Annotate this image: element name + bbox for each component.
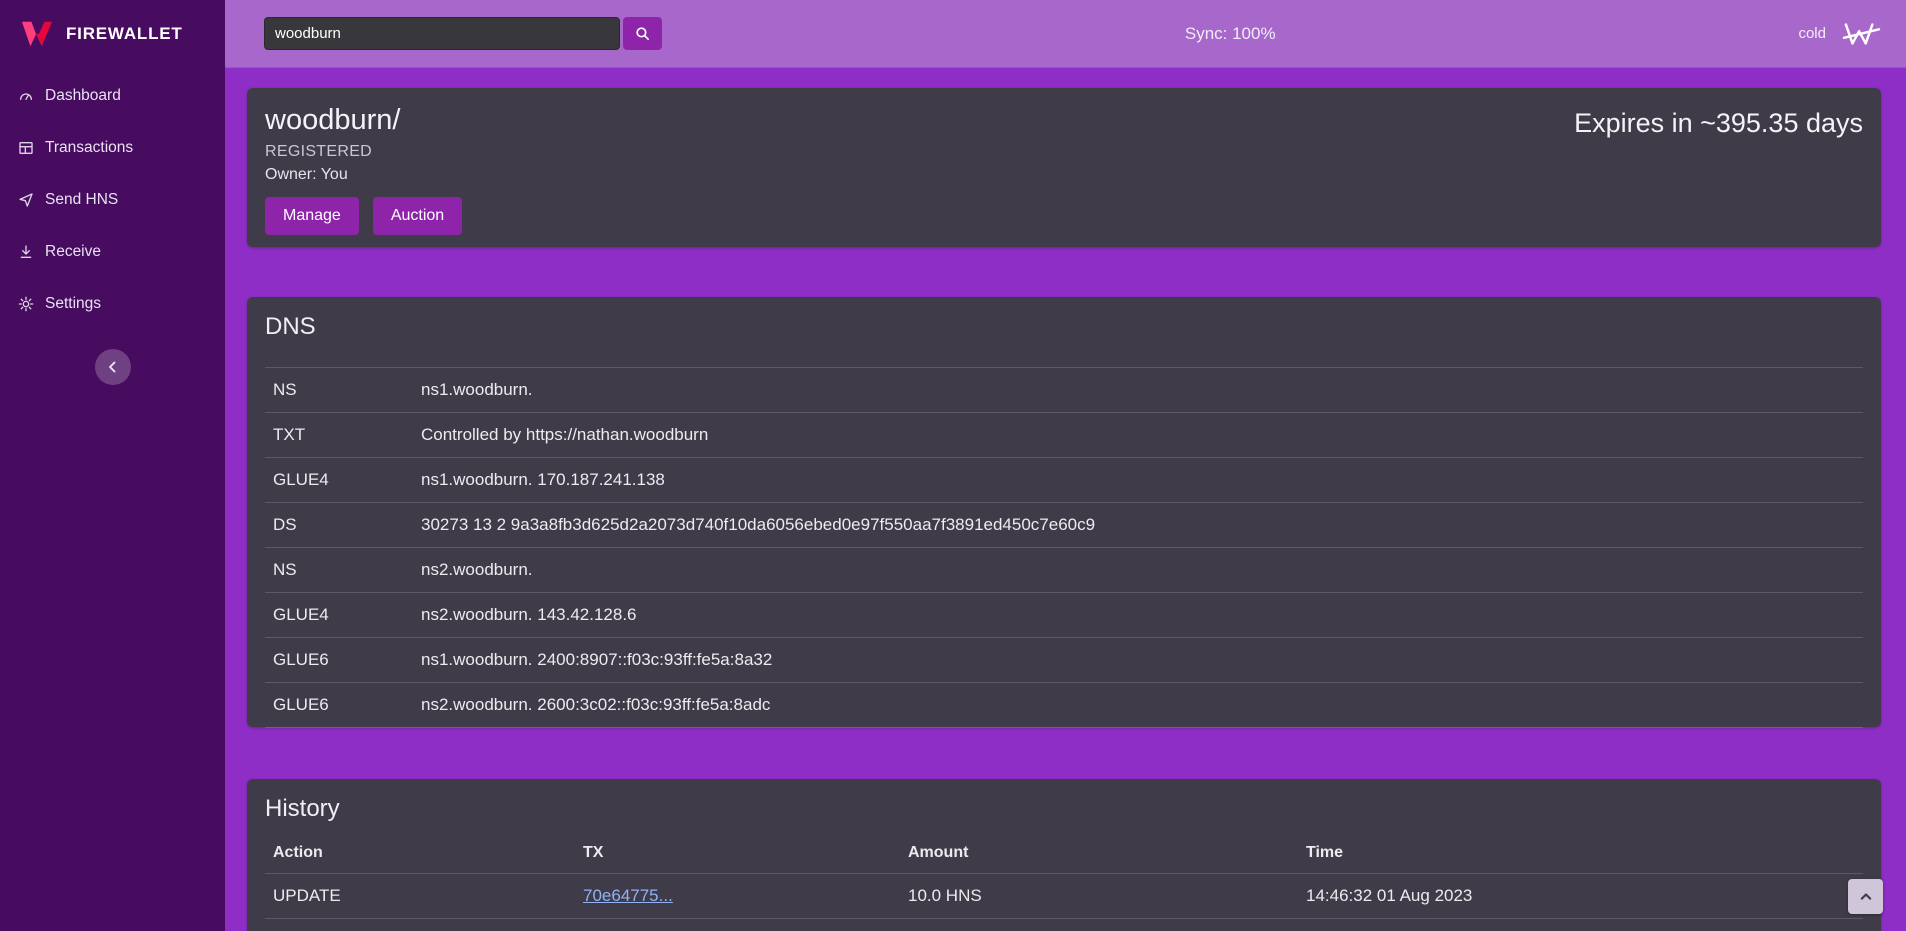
sidebar-item-transactions[interactable]: Transactions xyxy=(0,122,225,174)
history-header-action: Action xyxy=(265,833,575,873)
dns-record-value: ns2.woodburn. 143.42.128.6 xyxy=(413,593,1863,637)
sidebar-collapse-button[interactable] xyxy=(95,349,131,385)
domain-expiry: Expires in ~395.35 days xyxy=(1574,108,1863,139)
history-header-amount: Amount xyxy=(900,833,1298,873)
dns-card: DNS NS ns1.woodburn. TXT Controlled by h… xyxy=(247,297,1881,727)
dns-record-value: ns2.woodburn. xyxy=(413,548,1863,592)
dns-record-row: NS ns2.woodburn. xyxy=(265,547,1863,592)
dns-record-type: DS xyxy=(265,503,413,547)
auction-button[interactable]: Auction xyxy=(373,197,462,235)
dns-record-value: Controlled by https://nathan.woodburn xyxy=(413,413,1863,457)
chevron-up-icon xyxy=(1856,887,1876,907)
search-icon xyxy=(634,25,651,42)
firewallet-logo-icon xyxy=(18,18,56,50)
dns-record-value: ns1.woodburn. xyxy=(413,368,1863,412)
sidebar-item-settings[interactable]: Settings xyxy=(0,278,225,330)
history-rows: UPDATE 70e64775... 10.0 HNS 14:46:32 01 … xyxy=(265,873,1863,931)
dns-record-value: 30273 13 2 9a3a8fb3d625d2a2073d740f10da6… xyxy=(413,503,1863,547)
history-table: Action TX Amount Time UPDATE 70e64775...… xyxy=(265,833,1863,931)
dns-record-value: ns1.woodburn. 2400:8907::f03c:93ff:fe5a:… xyxy=(413,638,1863,682)
sidebar-item-label: Settings xyxy=(45,295,101,313)
history-row: UPDATE 70e64775... 10.0 HNS 14:46:32 01 … xyxy=(265,873,1863,918)
table-icon xyxy=(18,140,34,156)
sidebar-item-label: Send HNS xyxy=(45,191,118,209)
history-header-row: Action TX Amount Time xyxy=(265,833,1863,873)
sidebar-item-dashboard[interactable]: Dashboard xyxy=(0,70,225,122)
topbar-right: cold xyxy=(1798,17,1884,51)
dns-record-type: TXT xyxy=(265,413,413,457)
domain-actions: Manage Auction xyxy=(265,197,462,235)
history-card: History Action TX Amount Time UPDATE 70e… xyxy=(247,779,1881,931)
dns-record-type: GLUE4 xyxy=(265,593,413,637)
history-amount: 10.0 HNS xyxy=(900,874,1298,918)
dns-record-value: ns1.woodburn. 170.187.241.138 xyxy=(413,458,1863,502)
sidebar: FIREWALLET Dashboard Transactions Send H… xyxy=(0,0,225,931)
sync-status: Sync: 100% xyxy=(662,24,1798,44)
sidebar-item-label: Transactions xyxy=(45,139,133,157)
dns-record-row: GLUE4 ns2.woodburn. 143.42.128.6 xyxy=(265,592,1863,637)
dns-record-type: NS xyxy=(265,368,413,412)
manage-button[interactable]: Manage xyxy=(265,197,359,235)
dns-record-row: GLUE6 ns1.woodburn. 2400:8907::f03c:93ff… xyxy=(265,637,1863,682)
main-content: woodburn/ REGISTERED Owner: You Manage A… xyxy=(225,68,1906,931)
history-header-tx: TX xyxy=(575,833,900,873)
history-time: 15:45:36 07 Jul 2023 xyxy=(1298,919,1863,931)
tx-link[interactable]: 70e64775... xyxy=(583,886,673,905)
sidebar-item-label: Receive xyxy=(45,243,101,261)
firewallet-mark-icon xyxy=(1838,17,1884,51)
dns-record-type: GLUE6 xyxy=(265,638,413,682)
firewallet-app: FIREWALLET Dashboard Transactions Send H… xyxy=(0,0,1906,931)
dns-title: DNS xyxy=(265,313,1863,341)
send-icon xyxy=(18,192,34,208)
chevron-left-icon xyxy=(104,358,122,376)
dns-record-type: GLUE6 xyxy=(265,683,413,727)
history-time: 14:46:32 01 Aug 2023 xyxy=(1298,874,1863,918)
topbar: Sync: 100% cold xyxy=(225,0,1906,68)
dns-record-type: NS xyxy=(265,548,413,592)
history-title: History xyxy=(265,795,1863,823)
dns-record-type: GLUE4 xyxy=(265,458,413,502)
scroll-to-top-button[interactable] xyxy=(1848,879,1883,914)
search-button[interactable] xyxy=(623,17,662,50)
dns-record-row: TXT Controlled by https://nathan.woodbur… xyxy=(265,412,1863,457)
domain-status: REGISTERED xyxy=(265,143,462,161)
domain-card: woodburn/ REGISTERED Owner: You Manage A… xyxy=(247,88,1881,247)
brand[interactable]: FIREWALLET xyxy=(0,0,225,68)
search-group xyxy=(264,17,662,50)
brand-name: FIREWALLET xyxy=(66,24,183,44)
history-action: RENEW xyxy=(265,919,575,931)
dns-record-value: ns2.woodburn. 2600:3c02::f03c:93ff:fe5a:… xyxy=(413,683,1863,727)
search-input[interactable] xyxy=(264,17,620,50)
sidebar-item-send-hns[interactable]: Send HNS xyxy=(0,174,225,226)
dns-record-row: GLUE4 ns1.woodburn. 170.187.241.138 xyxy=(265,457,1863,502)
history-amount: 10.0 HNS xyxy=(900,919,1298,931)
domain-owner: Owner: You xyxy=(265,166,462,184)
sidebar-nav: Dashboard Transactions Send HNS Receive xyxy=(0,70,225,330)
gear-icon xyxy=(18,296,34,312)
sidebar-item-label: Dashboard xyxy=(45,87,121,105)
dns-record-row: DS 30273 13 2 9a3a8fb3d625d2a2073d740f10… xyxy=(265,502,1863,547)
history-action: UPDATE xyxy=(265,874,575,918)
history-header-time: Time xyxy=(1298,833,1863,873)
domain-name: woodburn/ xyxy=(265,104,462,136)
dns-record-row: NS ns1.woodburn. xyxy=(265,367,1863,412)
history-row: RENEW d41f8c32... 10.0 HNS 15:45:36 07 J… xyxy=(265,918,1863,931)
dns-record-row: GLUE6 ns2.woodburn. 2600:3c02::f03c:93ff… xyxy=(265,682,1863,728)
receive-icon xyxy=(18,244,34,260)
gauge-icon xyxy=(18,88,34,104)
sidebar-item-receive[interactable]: Receive xyxy=(0,226,225,278)
domain-info: woodburn/ REGISTERED Owner: You Manage A… xyxy=(265,104,462,235)
wallet-mode-badge: cold xyxy=(1798,25,1826,42)
dns-table: NS ns1.woodburn. TXT Controlled by https… xyxy=(265,367,1863,728)
